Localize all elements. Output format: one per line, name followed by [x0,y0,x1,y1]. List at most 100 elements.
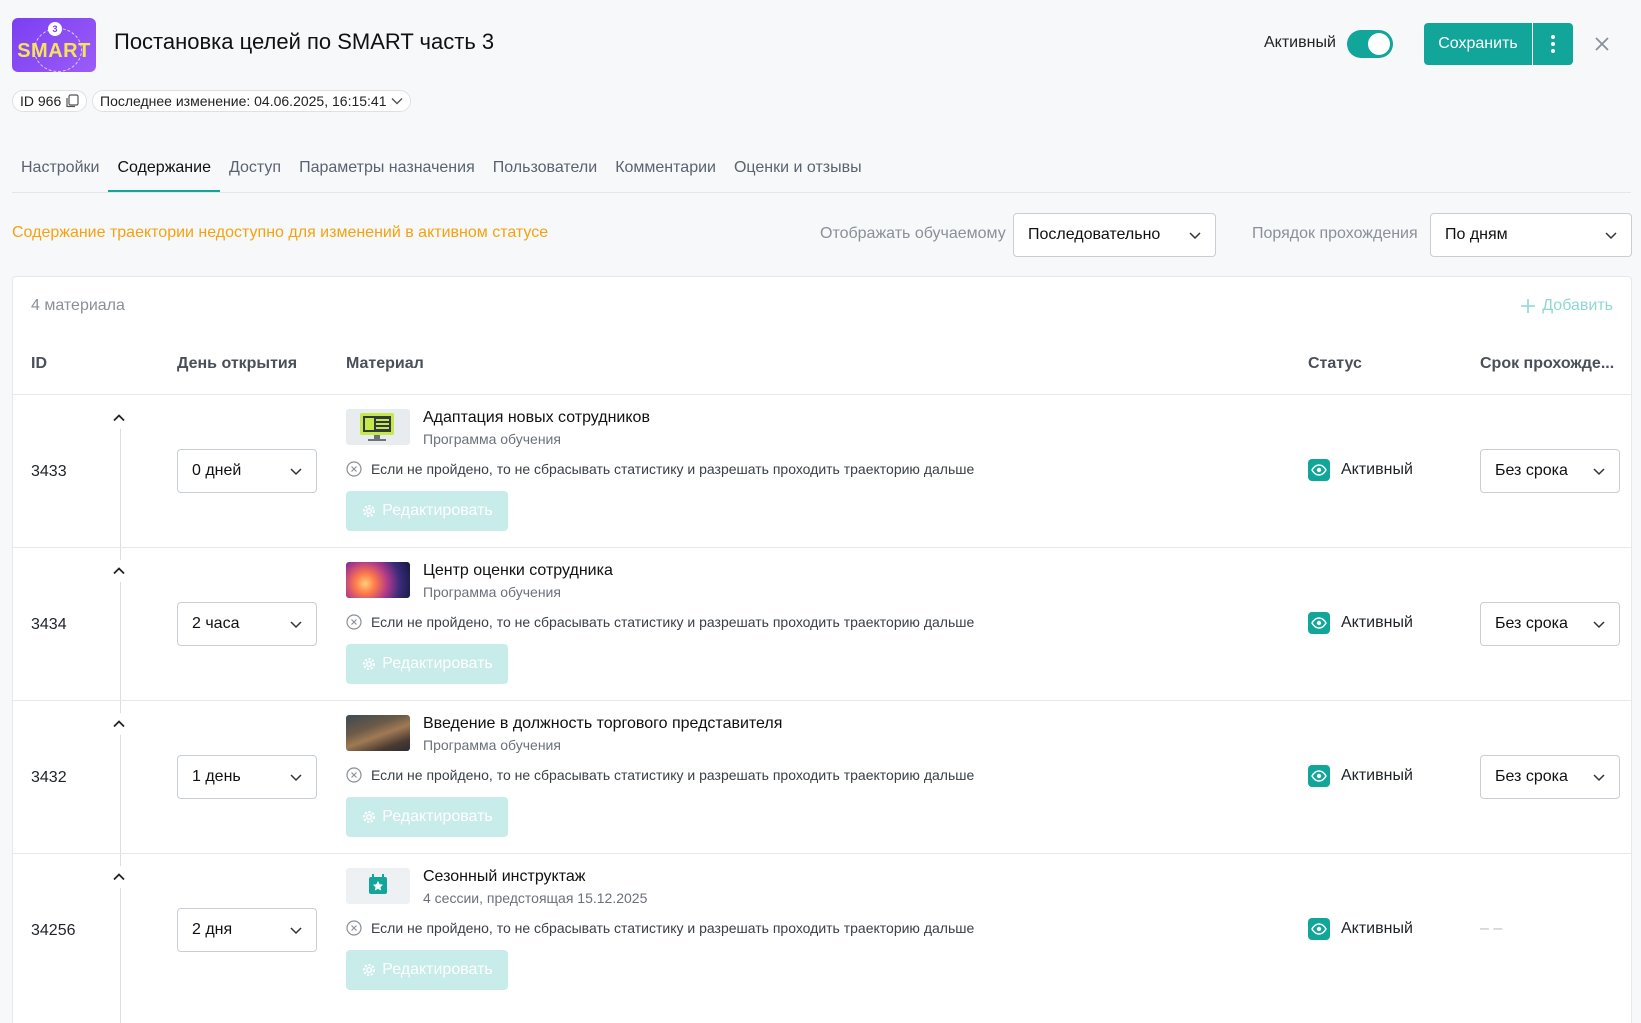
tab-content[interactable]: Содержание [108,156,220,192]
more-options-button[interactable] [1533,23,1573,65]
tab-access[interactable]: Доступ [220,156,290,192]
material-type: Программа обучения [423,737,561,753]
status: Активный [1308,918,1413,940]
eye-icon [1308,459,1330,481]
edit-label: Редактировать [382,961,493,978]
cross-circle-icon [346,920,362,936]
day-select[interactable]: 0 дней [177,449,317,493]
day-select[interactable]: 2 часа [177,602,317,646]
day-select-value: 2 дня [192,921,233,938]
material-type: Программа обучения [423,431,561,447]
column-header-day: День открытия [177,355,298,372]
space-image [346,562,410,598]
chevron-up-icon [113,567,125,575]
table-row: 3432 1 день Введение в должность торгово… [13,701,1631,854]
chevron-down-icon [1605,232,1617,240]
edit-label: Редактировать [382,655,493,672]
deadline-select[interactable]: Без срока [1480,602,1620,646]
status-label: Активный [1341,614,1413,631]
day-select[interactable]: 2 дня [177,908,317,952]
table-row: 3434 2 часа Центр оценки сотрудника Прог… [13,548,1631,701]
day-select[interactable]: 1 день [177,755,317,799]
id-text: ID 966 [20,93,62,109]
row-id: 34256 [31,922,76,939]
course-logo: 3 SMART [12,18,96,72]
eye-icon [1308,765,1330,787]
status: Активный [1308,459,1413,481]
row-id: 3432 [31,769,67,786]
condition-text: Если не пройдено, то не сбрасывать стати… [346,767,974,783]
chevron-up-icon [113,414,125,422]
collapse-button[interactable] [108,866,130,888]
add-button[interactable]: Добавить [1520,297,1613,315]
collapse-button[interactable] [108,560,130,582]
edit-button[interactable]: Редактировать [346,950,508,990]
plus-icon [1521,299,1536,313]
toggle-knob [1368,33,1390,55]
deadline-select-value: Без срока [1495,462,1568,479]
active-toggle[interactable] [1347,30,1393,58]
chevron-up-icon [113,873,125,881]
meeting-image [346,715,410,751]
tab-settings[interactable]: Настройки [12,156,108,192]
chevron-down-icon [1593,774,1605,782]
material-sessions: 4 сессии, предстоящая 15.12.2025 [423,890,648,906]
condition-label: Если не пройдено, то не сбрасывать стати… [371,614,975,630]
last-change-chip[interactable]: Последнее изменение: 04.06.2025, 16:15:4… [92,90,411,112]
deadline-select-value: Без срока [1495,768,1568,785]
page-title: Постановка целей по SMART часть 3 [114,29,495,54]
tab-reviews[interactable]: Оценки и отзывы [725,156,871,192]
deadline-select[interactable]: Без срока [1480,755,1620,799]
gear-icon [363,810,376,824]
chevron-down-icon [290,774,302,782]
condition-text: Если не пройдено, то не сбрасывать стати… [346,461,974,477]
collapse-button[interactable] [108,713,130,735]
chevron-down-icon [1189,232,1201,240]
add-label: Добавить [1542,297,1613,314]
row-id: 3433 [31,463,67,480]
materials-count: 4 материала [31,297,125,314]
condition-label: Если не пройдено, то не сбрасывать стати… [371,461,975,477]
tab-assignment-params[interactable]: Параметры назначения [290,156,484,192]
edit-button[interactable]: Редактировать [346,797,508,837]
gear-icon [363,963,376,977]
tab-users[interactable]: Пользователи [484,156,606,192]
tab-comments[interactable]: Комментарии [606,156,725,192]
material-title[interactable]: Введение в должность торгового представи… [423,715,782,733]
cross-circle-icon [346,767,362,783]
material-title[interactable]: Адаптация новых сотрудников [423,409,650,427]
status-label: Активный [1341,461,1413,478]
logo-badge: 3 [48,22,62,36]
display-select[interactable]: Последовательно [1013,213,1216,257]
cross-circle-icon [346,461,362,477]
id-chip[interactable]: ID 966 [12,90,88,112]
materials-list: 3433 0 дней Адаптация новых сотрудников … [13,395,1631,1023]
save-button[interactable]: Сохранить [1424,23,1532,65]
logo-text: SMART [17,40,91,62]
calendar-icon [346,868,410,904]
status: Активный [1308,612,1413,634]
order-select[interactable]: По дням [1430,213,1632,257]
material-title[interactable]: Центр оценки сотрудника [423,562,613,580]
monitor-icon [346,409,410,445]
material-title[interactable]: Сезонный инструктаж [423,868,585,886]
condition-label: Если не пройдено, то не сбрасывать стати… [371,767,975,783]
chevron-down-icon [290,927,302,935]
edit-button[interactable]: Редактировать [346,491,508,531]
deadline-select-value: Без срока [1495,615,1568,632]
cross-circle-icon [346,614,362,630]
table-row: 3433 0 дней Адаптация новых сотрудников … [13,395,1631,548]
gear-icon [363,657,376,671]
deadline-select[interactable]: Без срока [1480,449,1620,493]
edit-label: Редактировать [382,502,493,519]
order-label: Порядок прохождения [1252,225,1418,242]
chevron-down-icon [391,98,402,105]
edit-button[interactable]: Редактировать [346,644,508,684]
column-header-material: Материал [346,355,424,372]
close-button[interactable] [1588,30,1616,58]
tab-bar: Настройки Содержание Доступ Параметры на… [12,156,871,192]
collapse-button[interactable] [108,407,130,429]
day-select-value: 2 часа [192,615,240,632]
column-header-status: Статус [1308,355,1362,372]
status: Активный [1308,765,1413,787]
